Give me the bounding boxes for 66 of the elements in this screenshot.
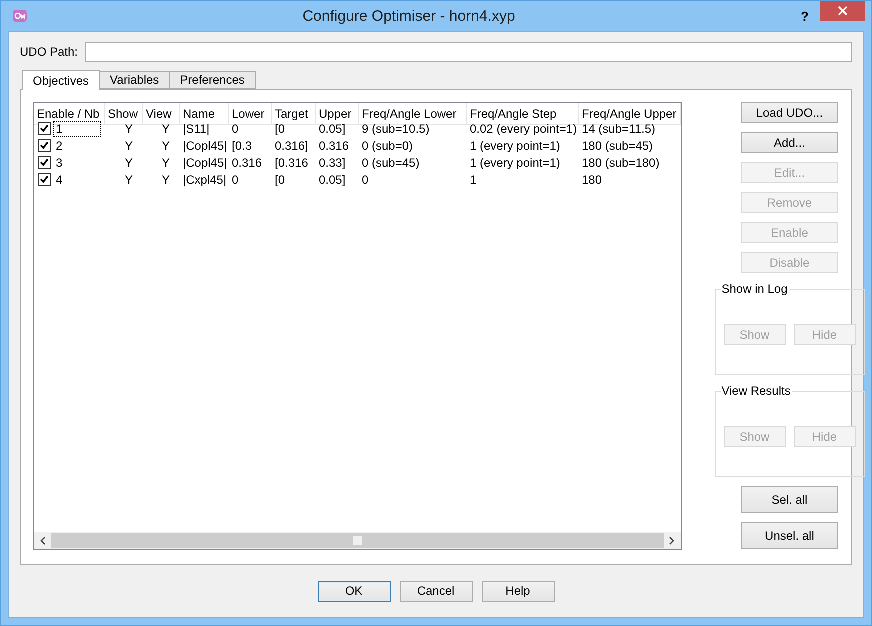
table-cell-text: |Copl45| bbox=[182, 138, 228, 154]
table-cell-text: 0.316 bbox=[318, 138, 350, 154]
column-header[interactable]: Freq/Angle Step bbox=[467, 103, 579, 125]
tab[interactable]: Preferences bbox=[169, 71, 256, 89]
horizontal-scrollbar[interactable] bbox=[34, 532, 681, 549]
action-button[interactable]: Add... bbox=[741, 132, 838, 153]
table-cell-text: 1 (every point=1) bbox=[469, 138, 562, 154]
table-cell-text: 4 bbox=[55, 172, 64, 186]
table-cell-text: |Cxpl45| bbox=[182, 172, 228, 188]
column-header[interactable]: Freq/Angle Upper bbox=[579, 103, 681, 125]
action-button[interactable]: Load UDO... bbox=[741, 102, 838, 123]
table-cell-text: Y bbox=[124, 172, 134, 188]
table-cell-text: 180 bbox=[581, 172, 604, 188]
table-cell-text: 180 (sub=180) bbox=[581, 154, 661, 171]
table-cell-text: Y bbox=[124, 154, 134, 171]
column-header[interactable]: Target bbox=[272, 103, 316, 125]
table-cell-text: 0 bbox=[361, 172, 370, 188]
close-icon bbox=[838, 6, 848, 16]
table-cell-text: Y bbox=[160, 138, 171, 154]
table-cell-text: 0.05] bbox=[318, 172, 347, 188]
column-header[interactable]: Lower bbox=[229, 103, 272, 125]
tab[interactable]: Variables bbox=[99, 71, 170, 89]
table-cell-text: Y bbox=[160, 172, 171, 188]
table-cell-text: 0.316 bbox=[231, 154, 264, 171]
checkbox[interactable] bbox=[38, 173, 51, 186]
table-cell-text: 1 bbox=[469, 172, 478, 188]
table-cell-text: 2 bbox=[55, 138, 64, 152]
dialog-button[interactable]: Help bbox=[482, 580, 554, 602]
udo-path-label: UDO Path: bbox=[20, 45, 78, 59]
table-cell-text: 1 (every point=1) bbox=[469, 154, 562, 171]
table-cell-text: 0 (sub=0) bbox=[361, 138, 414, 154]
table-cell-text: [0.3 bbox=[231, 138, 254, 154]
table-cell-text: 3 bbox=[55, 156, 64, 170]
table-cell-text: 0 bbox=[231, 172, 240, 188]
scroll-thumb[interactable] bbox=[352, 536, 362, 545]
table-cell-text: 0.316] bbox=[274, 138, 310, 154]
column-header[interactable]: Upper bbox=[316, 103, 359, 125]
selection-button[interactable]: Sel. all bbox=[741, 486, 838, 513]
udo-path-field[interactable] bbox=[85, 42, 852, 62]
close-button[interactable] bbox=[820, 1, 865, 21]
column-header[interactable]: View bbox=[143, 103, 180, 125]
selection-button[interactable]: Unsel. all bbox=[741, 522, 838, 549]
checkbox[interactable] bbox=[38, 122, 51, 135]
checkbox[interactable] bbox=[38, 139, 51, 152]
app-logo-icon bbox=[12, 8, 28, 24]
column-header[interactable]: Freq/Angle Lower bbox=[359, 103, 467, 125]
group-title: View Results bbox=[720, 384, 792, 398]
table-cell-text: [0.316 bbox=[274, 154, 310, 171]
scroll-left-icon[interactable] bbox=[40, 536, 46, 544]
column-header[interactable]: Name bbox=[180, 103, 229, 125]
window-title: Configure Optimiser - horn4.xyp bbox=[302, 8, 516, 24]
tab[interactable]: Objectives bbox=[22, 70, 100, 90]
checkbox[interactable] bbox=[38, 156, 51, 169]
help-button[interactable]: ? bbox=[790, 8, 820, 24]
table-cell-text: 0 (sub=45) bbox=[361, 154, 421, 171]
group-title: Show in Log bbox=[720, 282, 789, 296]
dialog-button[interactable]: Cancel bbox=[400, 580, 472, 602]
column-header[interactable]: Show bbox=[105, 103, 143, 125]
dialog-button[interactable]: OK bbox=[318, 580, 390, 602]
table-cell-text: 0.33] bbox=[318, 154, 347, 171]
table-cell-text: |Copl45| bbox=[182, 154, 228, 171]
scroll-right-icon[interactable] bbox=[669, 536, 676, 544]
table-cell-text: Y bbox=[160, 154, 171, 171]
table-cell-text: [0 bbox=[274, 172, 286, 188]
table-cell-text: Y bbox=[124, 138, 134, 154]
table-cell-text: 180 (sub=45) bbox=[581, 138, 654, 154]
